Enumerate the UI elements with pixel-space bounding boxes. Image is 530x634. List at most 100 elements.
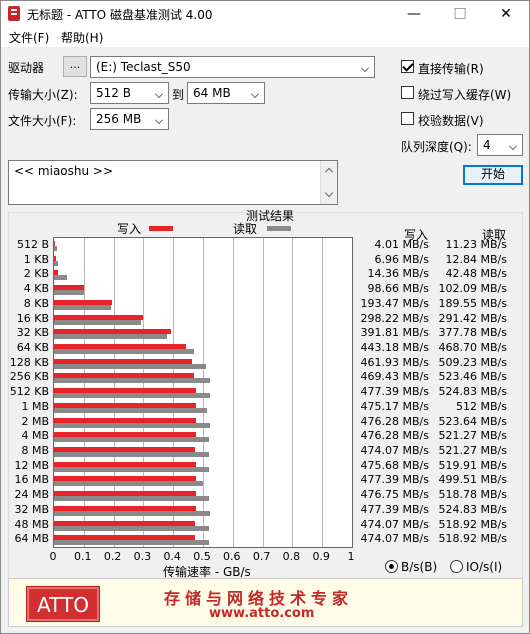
y-tick-label: 12 MB: [14, 458, 49, 472]
close-button[interactable]: ✕: [483, 1, 529, 27]
legend-write-swatch: [149, 226, 173, 231]
y-tick-label: 512 KB: [9, 385, 49, 399]
read-value: 521.27 MB/s: [438, 444, 507, 457]
y-tick-label: 64 MB: [14, 532, 49, 546]
transfer-size-to-value: 64 MB: [193, 86, 231, 100]
atto-banner[interactable]: ATTO 存储与网络技术专家 www.atto.com: [8, 578, 523, 627]
write-value: 476.28 MB/s: [360, 429, 429, 443]
maximize-button[interactable]: ☐: [437, 1, 483, 27]
drive-label: 驱动器: [8, 61, 45, 75]
atto-app-icon: [8, 6, 20, 21]
browse-button[interactable]: ...: [63, 56, 87, 77]
y-tick-label: 32 KB: [16, 326, 49, 340]
transfer-size-to-select[interactable]: 64 MB: [187, 82, 265, 104]
write-value: 477.39 MB/s: [360, 385, 429, 399]
chevron-down-icon: [155, 116, 163, 124]
verify-data-label: 校验数据(V): [418, 114, 484, 128]
scroll-down-icon[interactable]: [324, 188, 334, 198]
transfer-size-from-select[interactable]: 512 B: [90, 82, 169, 104]
write-value: 476.75 MB/s: [360, 488, 429, 502]
read-bar: [54, 540, 209, 546]
x-tick-label: 0.5: [193, 550, 211, 563]
queue-depth-label: 队列深度(Q):: [401, 140, 472, 154]
read-bar: [54, 334, 167, 340]
y-tick-label: 1 KB: [23, 252, 49, 266]
read-bar: [54, 349, 194, 354]
minimize-button[interactable]: —: [391, 1, 437, 27]
write-value: 391.81 MB/s: [360, 326, 429, 340]
read-bar: [54, 290, 85, 296]
read-value: 521.27 MB/s: [438, 429, 507, 443]
y-tick-label: 2 MB: [21, 414, 49, 428]
start-button[interactable]: 开始: [463, 165, 523, 185]
banner-website[interactable]: www.atto.com: [209, 606, 314, 621]
file-size-label: 文件大小(F):: [8, 114, 77, 128]
scroll-up-icon[interactable]: [324, 167, 334, 177]
queue-depth-select[interactable]: 4: [477, 134, 523, 156]
direct-io-label: 直接传输(R): [418, 62, 484, 76]
read-bar: [54, 496, 209, 502]
write-value: 474.07 MB/s: [360, 444, 429, 457]
x-tick-label: 0.2: [103, 550, 122, 563]
legend-read-label: 读取: [233, 222, 258, 236]
read-bar: [54, 246, 58, 251]
legend-read-swatch: [267, 226, 291, 231]
read-value: 518.92 MB/s: [438, 517, 507, 531]
read-value: 189.55 MB/s: [438, 296, 507, 310]
write-value: 477.39 MB/s: [360, 502, 429, 516]
y-tick-label: 8 KB: [23, 296, 49, 310]
description-textarea[interactable]: << miaoshu >>: [8, 160, 338, 205]
y-tick-label: 24 MB: [14, 488, 49, 502]
read-value: 518.78 MB/s: [438, 488, 507, 502]
x-tick-label: 0.7: [252, 550, 271, 563]
menu-help[interactable]: 帮助(H): [61, 29, 103, 46]
x-tick-label: 0: [49, 550, 57, 563]
bytes-per-second-radio[interactable]: [385, 560, 398, 573]
write-value: 477.39 MB/s: [360, 473, 429, 487]
verify-data-checkbox[interactable]: [401, 112, 414, 125]
file-size-select[interactable]: 256 MB: [90, 108, 169, 130]
write-value: 98.66 MB/s: [367, 282, 429, 296]
atto-logo: ATTO: [26, 586, 100, 622]
bypass-cache-checkbox[interactable]: [401, 86, 414, 99]
y-tick-label: 4 KB: [23, 282, 49, 296]
y-tick-label: 32 MB: [14, 502, 49, 516]
y-tick-label: 512 B: [16, 238, 49, 251]
y-tick-label: 8 MB: [21, 444, 49, 457]
bytes-per-second-label: B/s(B): [401, 560, 438, 574]
gridline: [292, 238, 294, 547]
read-bar: [54, 510, 211, 516]
y-tick-label: 4 MB: [21, 429, 49, 443]
drive-select[interactable]: (E:) Teclast_S50: [90, 56, 375, 78]
y-tick-label: 128 KB: [9, 355, 49, 369]
read-value: 468.70 MB/s: [438, 341, 507, 354]
direct-io-checkbox[interactable]: [401, 60, 414, 73]
y-tick-label: 64 KB: [16, 341, 49, 354]
description-text: << miaoshu >>: [14, 164, 114, 178]
read-value: 518.92 MB/s: [438, 532, 507, 546]
read-bar: [54, 481, 203, 487]
legend-write-label: 写入: [117, 222, 142, 236]
description-scrollbar[interactable]: [320, 161, 337, 204]
y-tick-label: 16 MB: [14, 473, 49, 487]
x-tick-label: 0.8: [282, 550, 301, 563]
read-bar: [54, 260, 58, 266]
write-value: 6.96 MB/s: [374, 252, 429, 266]
read-value: 524.83 MB/s: [438, 385, 507, 399]
write-value: 14.36 MB/s: [367, 267, 429, 281]
read-value: 291.42 MB/s: [438, 311, 507, 325]
y-tick-label: 2 KB: [23, 267, 49, 281]
drive-select-value: (E:) Teclast_S50: [96, 60, 191, 74]
read-bar: [54, 407, 207, 413]
write-value: 476.28 MB/s: [360, 414, 429, 428]
chevron-down-icon: [155, 90, 163, 98]
transfer-size-from-value: 512 B: [96, 86, 131, 100]
read-bar: [54, 363, 206, 369]
io-per-second-radio[interactable]: [450, 560, 463, 573]
write-value: 475.68 MB/s: [360, 458, 429, 472]
x-tick-label: 0.4: [163, 550, 181, 563]
write-value: 443.18 MB/s: [360, 341, 429, 354]
menu-bar: 文件(F) 帮助(H): [1, 27, 529, 47]
menu-file[interactable]: 文件(F): [9, 29, 49, 46]
y-tick-label: 48 MB: [14, 517, 49, 531]
